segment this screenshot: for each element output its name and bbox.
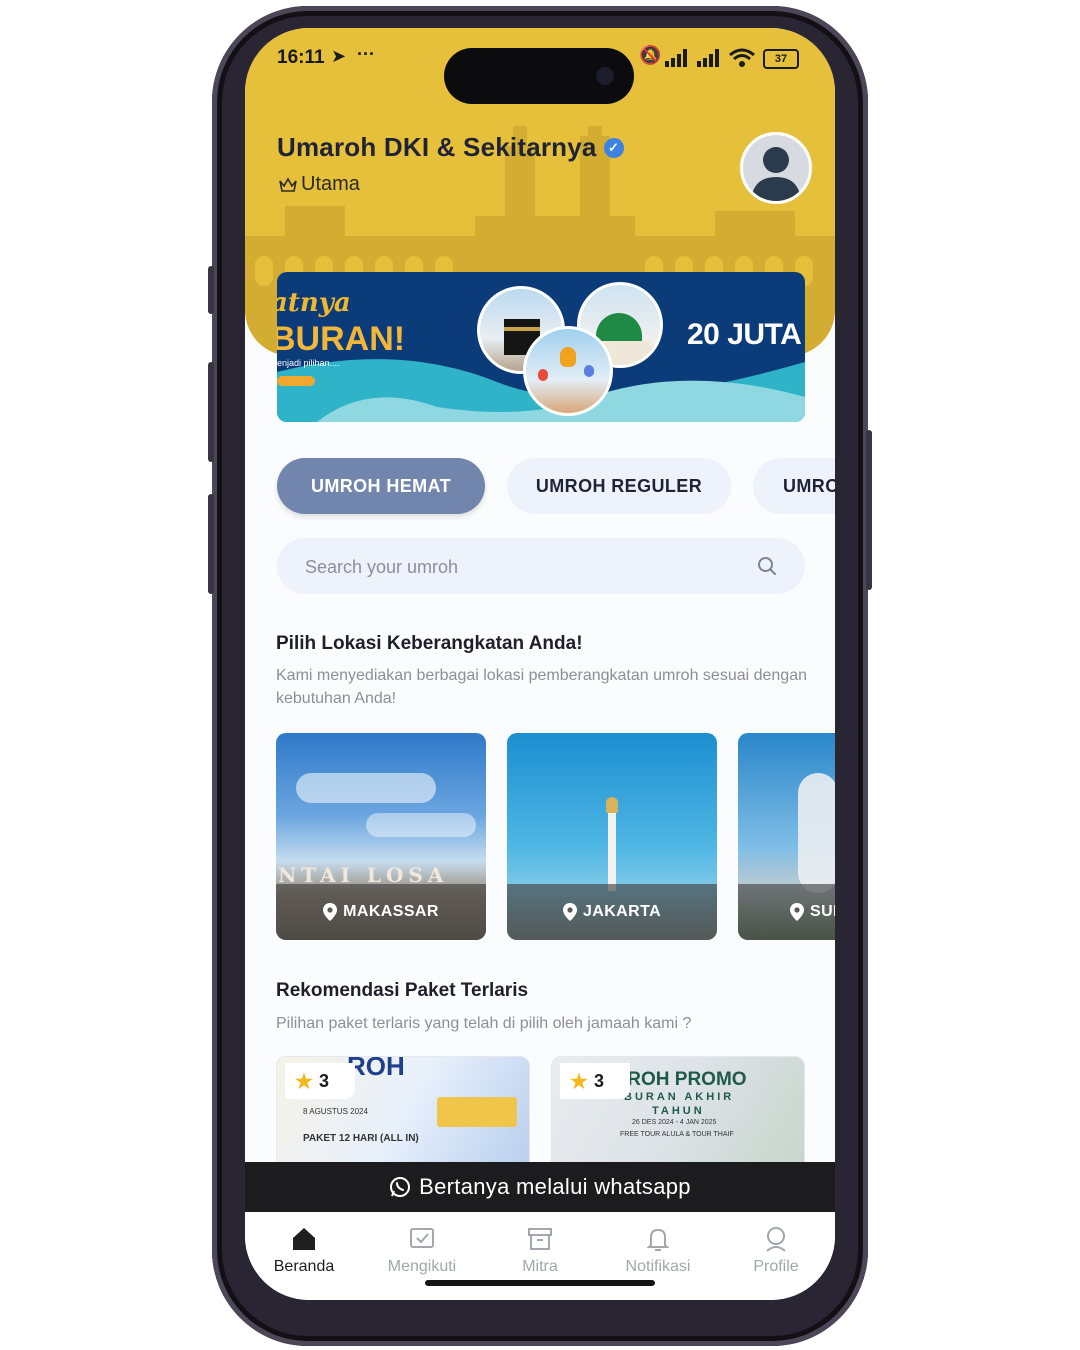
location-name: MAKASSAR <box>343 903 439 920</box>
dynamic-island <box>444 48 634 104</box>
checkbox-icon <box>410 1228 434 1248</box>
package-poster-line: PAKET 12 HARI (ALL IN) <box>303 1133 419 1144</box>
cloud-shape <box>366 813 476 837</box>
locations-title: Pilih Lokasi Keberangkatan Anda! <box>276 633 583 654</box>
tier-label: Utama <box>301 173 360 195</box>
nav-label: Mengikuti <box>387 1258 457 1275</box>
location-name: JAKARTA <box>582 903 662 920</box>
bell-icon <box>646 1228 670 1251</box>
package-poster-title: IROH PROMO <box>622 1069 747 1090</box>
nav-profile[interactable]: Profile <box>717 1226 835 1276</box>
package-poster-line: BURAN AKHIR <box>624 1091 735 1103</box>
package-poster-strip <box>437 1097 517 1127</box>
banner-script-text: atnya <box>277 288 351 318</box>
promo-banner[interactable]: atnya BURAN! enjadi pilihan.... 20 JUTA <box>277 272 805 422</box>
monas-monument <box>608 811 616 891</box>
user-icon <box>766 1227 786 1252</box>
rating-badge: ★ 3 <box>560 1063 630 1099</box>
package-card[interactable]: ROH 8 AGUSTUS 2024 PAKET 12 HARI (ALL IN… <box>276 1056 530 1166</box>
packages-subtitle: Pilihan paket terlaris yang telah di pil… <box>276 1015 692 1032</box>
nav-notifikasi[interactable]: Notifikasi <box>599 1226 717 1276</box>
nav-label: Notifikasi <box>625 1258 691 1275</box>
category-tabs: UMROH HEMAT UMROH REGULER UMRO <box>277 458 835 514</box>
monas-flame <box>606 797 618 813</box>
mute-icon: 🔕 <box>639 45 662 65</box>
nav-label: Profile <box>753 1258 799 1275</box>
location-label: JAKARTA <box>507 884 717 940</box>
rating-value: 3 <box>318 1070 329 1091</box>
package-poster-title: ROH <box>347 1056 405 1081</box>
star-icon: ★ <box>295 1070 313 1093</box>
crown-icon <box>279 176 297 192</box>
search-bar <box>277 538 805 596</box>
page-title-text: Umaroh DKI & Sekitarnya <box>277 132 597 162</box>
more-icon: ··· <box>357 44 375 64</box>
whatsapp-label: Bertanya melalui whatsapp <box>419 1174 691 1199</box>
search-input[interactable] <box>303 538 747 596</box>
tab-umroh-reguler[interactable]: UMROH REGULER <box>507 458 731 514</box>
tab-umroh-hemat[interactable]: UMROH HEMAT <box>277 458 485 514</box>
banner-pill <box>277 376 315 386</box>
location-label: MAKASSAR <box>276 884 486 940</box>
battery-icon: 37 <box>763 49 799 69</box>
package-poster-line: FREE TOUR ALULA & TOUR THAIF <box>620 1131 734 1138</box>
locations-subtitle: Kami menyediakan berbagai lokasi pembera… <box>276 667 807 707</box>
package-poster-date: 26 DES 2024 - 4 JAN 2025 <box>632 1119 717 1126</box>
packages-title: Rekomendasi Paket Terlaris <box>276 980 529 1001</box>
archive-icon <box>528 1228 552 1250</box>
banner-price-text: 20 JUTA <box>687 318 802 351</box>
nav-label: Mitra <box>522 1258 558 1275</box>
nav-beranda[interactable]: Beranda <box>245 1226 363 1276</box>
cloud-shape <box>296 773 436 803</box>
banner-big-text: BURAN! <box>277 320 406 358</box>
banner-small-text: enjadi pilihan.... <box>277 358 340 368</box>
location-pin-icon <box>790 903 804 921</box>
location-pin-icon <box>323 903 338 921</box>
rating-value: 3 <box>593 1070 604 1091</box>
rating-badge: ★ 3 <box>285 1063 355 1099</box>
search-icon[interactable] <box>757 556 777 576</box>
location-pin-icon <box>562 903 577 921</box>
tab-umroh-more-label: UMRO <box>783 475 835 496</box>
tab-umroh-more[interactable]: UMRO <box>753 458 835 514</box>
whatsapp-button[interactable]: Bertanya melalui whatsapp <box>245 1162 835 1212</box>
status-time: 16:11 <box>277 47 325 68</box>
nav-mitra[interactable]: Mitra <box>481 1226 599 1276</box>
home-indicator[interactable] <box>425 1280 655 1286</box>
signal-icon <box>665 49 687 67</box>
package-poster-date: 8 AGUSTUS 2024 <box>303 1107 368 1116</box>
phone-volume-down-button <box>208 494 214 594</box>
location-card-jakarta[interactable]: JAKARTA <box>507 733 717 940</box>
balloon-image <box>523 326 613 416</box>
home-icon <box>293 1228 315 1250</box>
phone-power-button <box>866 430 872 590</box>
location-name: SUI <box>810 903 835 920</box>
location-label: SUI <box>738 884 835 940</box>
telegram-icon: ➤ <box>331 46 347 66</box>
tab-umroh-reguler-label: UMROH REGULER <box>535 475 703 496</box>
tier-badge: Utama <box>279 173 360 196</box>
phone-side-button <box>208 266 214 314</box>
page-title: Umaroh DKI & Sekitarnya ✓ <box>277 132 624 163</box>
app-screen: 16:11 ➤ ··· 🔕 37 Umaroh DKI & Sekitarnya… <box>245 28 835 1300</box>
statue-shape <box>798 773 835 893</box>
avatar[interactable] <box>740 132 812 204</box>
location-card-makassar[interactable]: NTAI LOSA MAKASSAR <box>276 733 486 940</box>
user-avatar-icon <box>751 147 801 201</box>
signal-icon-2 <box>697 49 719 67</box>
camera-icon <box>596 67 614 85</box>
package-poster-line: TAHUN <box>652 1105 705 1117</box>
battery-level: 37 <box>774 53 788 65</box>
location-card-surabaya[interactable]: SUI <box>738 733 835 940</box>
phone-volume-up-button <box>208 362 214 462</box>
wifi-icon <box>729 48 755 67</box>
whatsapp-icon <box>390 1177 411 1197</box>
package-card[interactable]: IROH PROMO BURAN AKHIR TAHUN 26 DES 2024… <box>551 1056 805 1166</box>
verified-badge-icon: ✓ <box>603 137 624 158</box>
nav-label: Beranda <box>273 1258 335 1275</box>
bottom-nav: Beranda Mengikuti Mitra Notifikasi Profi… <box>245 1212 835 1300</box>
nav-mengikuti[interactable]: Mengikuti <box>363 1226 481 1276</box>
tab-umroh-hemat-label: UMROH HEMAT <box>310 475 452 496</box>
star-icon: ★ <box>570 1070 588 1093</box>
